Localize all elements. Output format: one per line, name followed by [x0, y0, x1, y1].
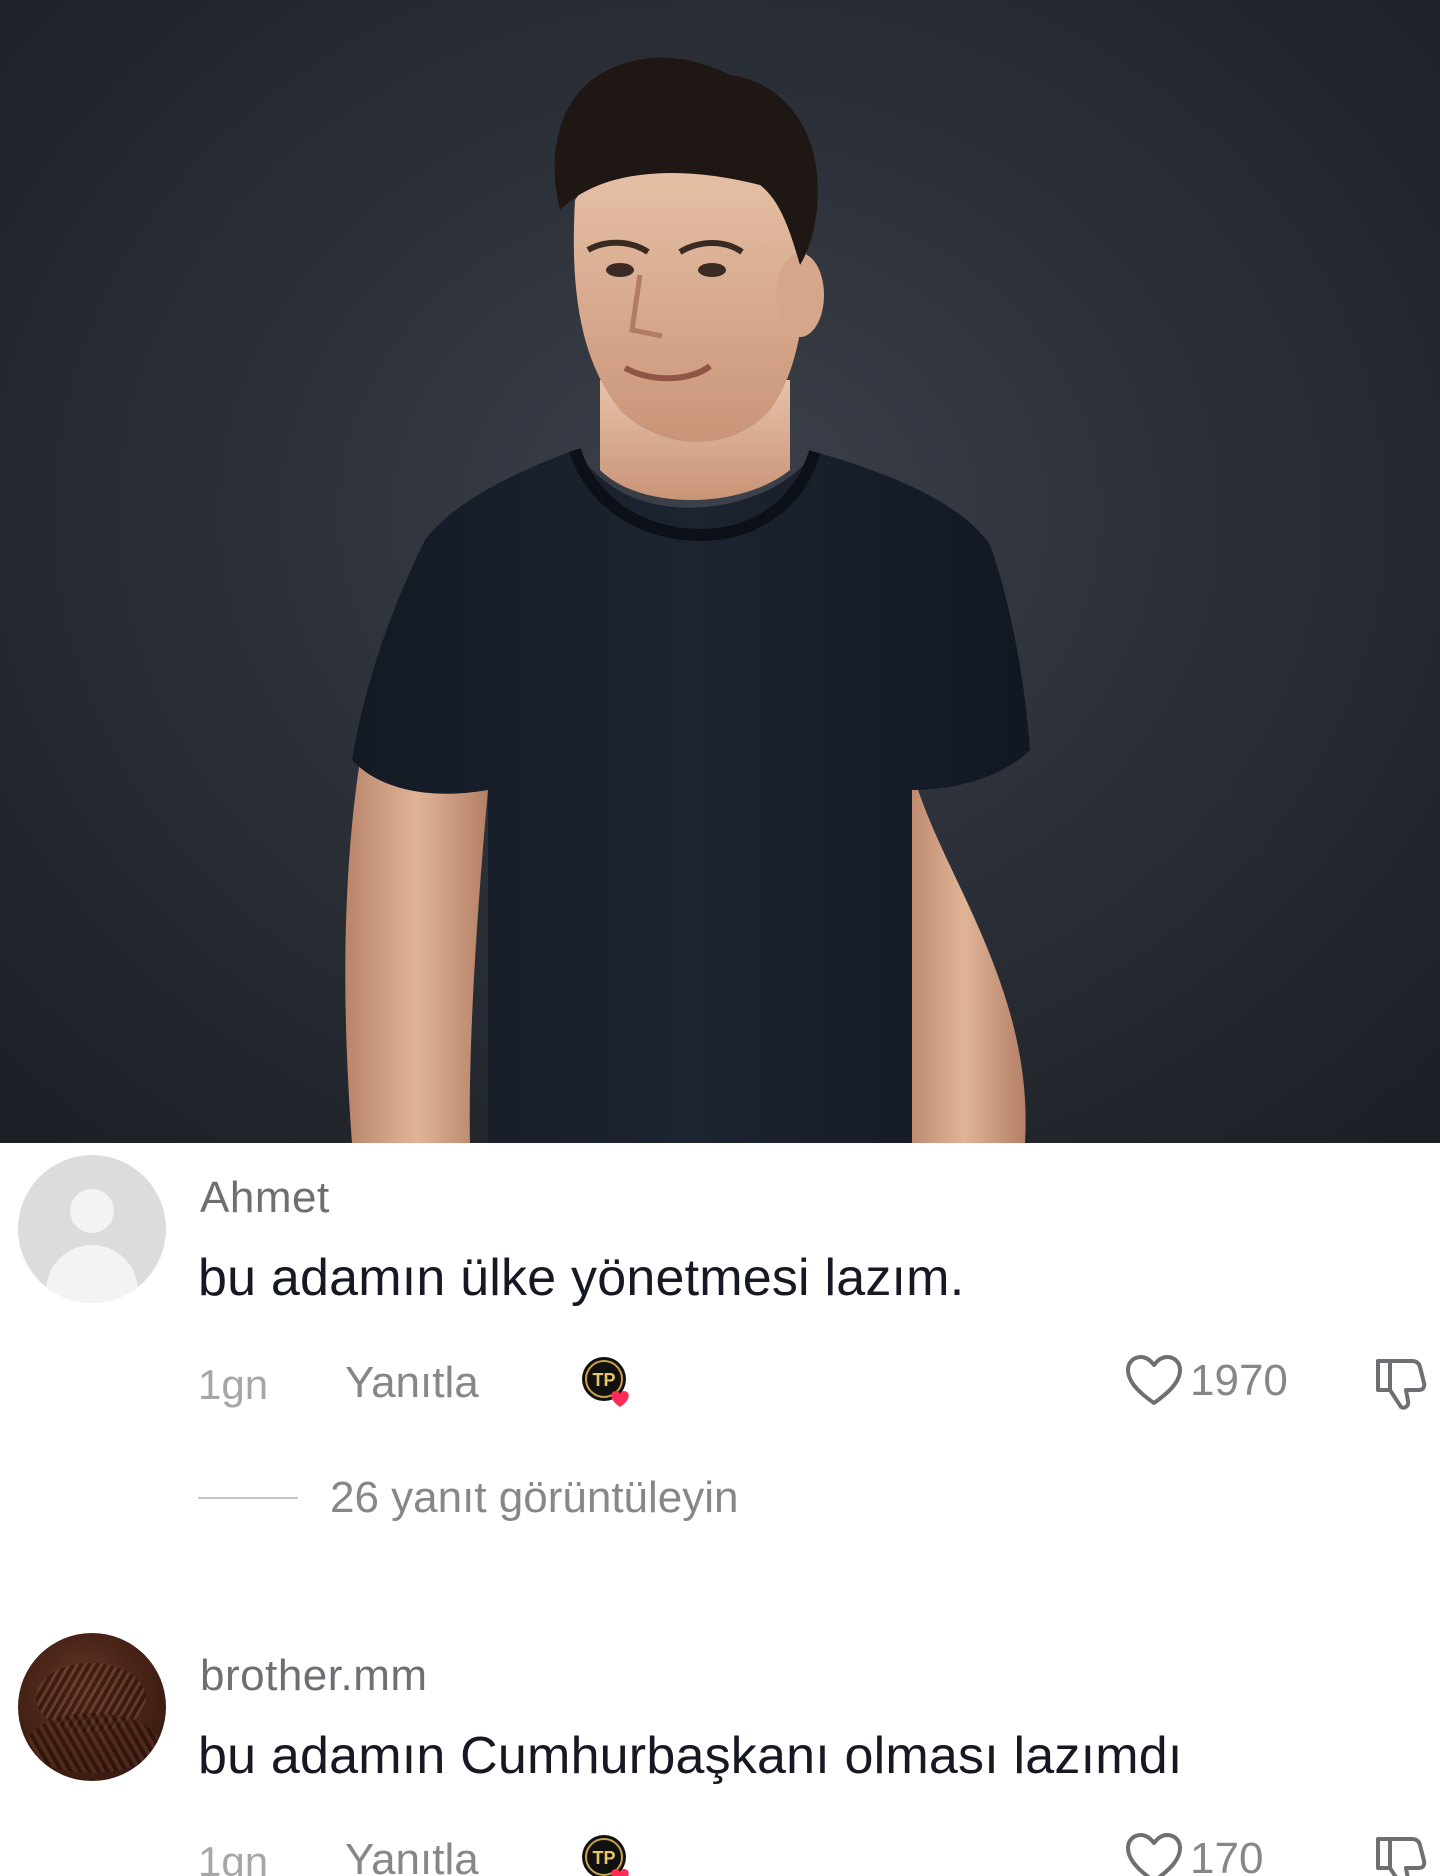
- comment-username[interactable]: brother.mm: [200, 1651, 428, 1701]
- view-replies-label: 26 yanıt görüntüleyin: [330, 1473, 739, 1522]
- comment-timestamp: 1gn: [198, 1361, 269, 1408]
- dislike-button[interactable]: [1368, 1353, 1430, 1415]
- badge-initials: TP: [592, 1848, 615, 1868]
- avatar-texture: [28, 1713, 158, 1773]
- thumbs-down-icon: [1376, 1837, 1427, 1876]
- comment-username[interactable]: Ahmet: [200, 1173, 330, 1223]
- replies-divider-line: [198, 1497, 298, 1499]
- man-portrait-image: [345, 57, 1030, 1143]
- avatar-body-shape: [46, 1245, 138, 1303]
- avatar-head-shape: [70, 1189, 114, 1233]
- dislike-button[interactable]: [1368, 1831, 1430, 1876]
- post-photo: [0, 0, 1440, 1143]
- badge-initials: TP: [592, 1370, 615, 1390]
- like-button[interactable]: 170: [1124, 1831, 1263, 1876]
- comment-timestamp: 1gn: [198, 1838, 269, 1876]
- view-replies-button[interactable]: 26 yanıt görüntüleyin: [198, 1473, 739, 1523]
- like-count: 1970: [1190, 1356, 1288, 1405]
- comment-text: bu adamın ülke yönetmesi lazım.: [198, 1249, 965, 1307]
- heart-outline-icon: [1126, 1355, 1182, 1405]
- comments-section: Ahmet bu adamın ülke yönetmesi lazım. 1g…: [0, 1143, 1440, 1876]
- creator-liked-badge-icon: TP: [582, 1835, 629, 1876]
- reply-button[interactable]: Yanıtla: [345, 1358, 479, 1408]
- user-photo-avatar[interactable]: [18, 1633, 166, 1781]
- comment-text: bu adamın Cumhurbaşkanı olması lazımdı: [198, 1727, 1183, 1785]
- like-button[interactable]: 1970: [1124, 1353, 1288, 1409]
- heart-outline-icon: [1126, 1833, 1182, 1876]
- creator-liked-badge-icon: TP: [582, 1357, 629, 1407]
- default-user-avatar-icon[interactable]: [18, 1155, 166, 1303]
- thumbs-down-icon: [1376, 1359, 1427, 1410]
- like-count: 170: [1190, 1834, 1264, 1876]
- reply-button[interactable]: Yanıtla: [345, 1835, 479, 1876]
